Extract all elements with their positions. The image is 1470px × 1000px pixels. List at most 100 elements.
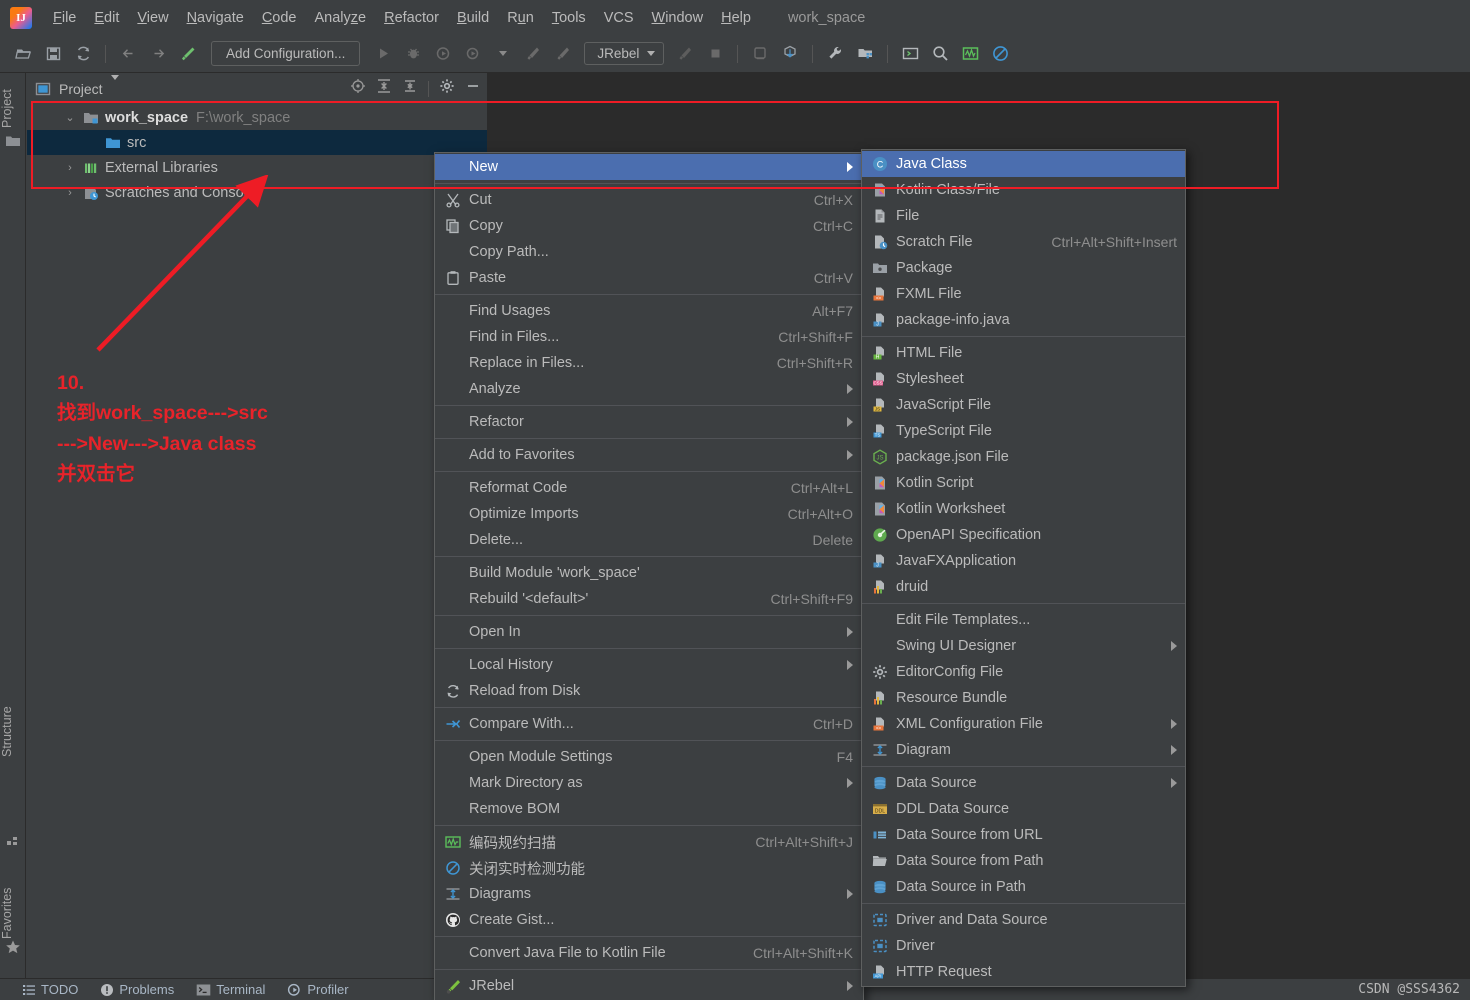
rail-label-structure[interactable]: Structure xyxy=(0,693,26,771)
terminal-icon[interactable] xyxy=(897,41,923,67)
menu-item-scratch-file[interactable]: Scratch File Ctrl+Alt+Shift+Insert xyxy=(862,229,1185,255)
menu-item-javafxapplication[interactable]: J JavaFXApplication xyxy=(862,548,1185,574)
menu-item-kotlin-worksheet[interactable]: Kotlin Worksheet xyxy=(862,496,1185,522)
menu-item-copy[interactable]: Copy Ctrl+C xyxy=(435,213,863,239)
menu-item-build-module-work-space[interactable]: Build Module 'work_space' xyxy=(435,560,863,586)
menu-item-create-gist[interactable]: Create Gist... xyxy=(435,907,863,933)
build-hammer-icon[interactable] xyxy=(175,41,201,67)
jrebel-run-icon[interactable] xyxy=(520,41,546,67)
menu-item-analyze[interactable]: Analyze xyxy=(306,7,376,29)
menu-item-open-module-settings[interactable]: Open Module Settings F4 xyxy=(435,744,863,770)
hide-icon[interactable] xyxy=(465,78,481,99)
tree-item-scratches-and-consoles[interactable]: › Scratches and Consoles xyxy=(27,180,487,205)
structure-icon[interactable] xyxy=(5,833,21,849)
status-item-problems[interactable]: Problems xyxy=(100,982,174,997)
menu-item-remove-bom[interactable]: Remove BOM xyxy=(435,796,863,822)
menu-item-mark-directory-as[interactable]: Mark Directory as xyxy=(435,770,863,796)
menu-item-help[interactable]: Help xyxy=(712,7,760,29)
chevron-down-icon[interactable] xyxy=(490,41,516,67)
menu-item-compare-with[interactable]: Compare With... Ctrl+D xyxy=(435,711,863,737)
menu-item-data-source-from-path[interactable]: Data Source from Path xyxy=(862,848,1185,874)
chevron-down-icon[interactable] xyxy=(110,74,119,98)
menu-item-add-to-favorites[interactable]: Add to Favorites xyxy=(435,442,863,468)
star-icon[interactable] xyxy=(5,939,21,955)
menu-item-fxml-file[interactable]: <> FXML File xyxy=(862,281,1185,307)
menu-item-diagram[interactable]: Diagram xyxy=(862,737,1185,763)
tree-item-external-libraries[interactable]: › External Libraries xyxy=(27,155,487,180)
tree-item-work-space[interactable]: ⌄ work_space F:\work_space xyxy=(27,105,487,130)
jrebel-run-secondary-icon[interactable] xyxy=(672,41,698,67)
menu-item-edit-file-templates[interactable]: Edit File Templates... xyxy=(862,607,1185,633)
run-coverage-icon[interactable] xyxy=(430,41,456,67)
jrebel-dropdown[interactable]: JRebel xyxy=(584,42,665,65)
project-structure-icon[interactable] xyxy=(852,41,878,67)
menu-item-build[interactable]: Build xyxy=(448,7,498,29)
menu-item-navigate[interactable]: Navigate xyxy=(178,7,253,29)
status-item-profiler[interactable]: Profiler xyxy=(287,982,349,997)
menu-item-local-history[interactable]: Local History xyxy=(435,652,863,678)
menu-item-java-class[interactable]: C Java Class xyxy=(862,151,1185,177)
menu-item-reload-from-disk[interactable]: Reload from Disk xyxy=(435,678,863,704)
menu-item-reformat-code[interactable]: Reformat Code Ctrl+Alt+L xyxy=(435,475,863,501)
menu-item-[interactable]: 关闭实时检测功能 xyxy=(435,855,863,881)
rail-label-project[interactable]: Project xyxy=(0,77,26,141)
collapse-all-icon[interactable] xyxy=(402,78,418,99)
menu-item-optimize-imports[interactable]: Optimize Imports Ctrl+Alt+O xyxy=(435,501,863,527)
menu-item-kotlin-script[interactable]: Kotlin Script xyxy=(862,470,1185,496)
menu-item-package-info-java[interactable]: Jpackage-info.java xyxy=(862,307,1185,333)
menu-item-run[interactable]: Run xyxy=(498,7,543,29)
status-item-terminal[interactable]: Terminal xyxy=(196,982,265,997)
menu-item-replace-in-files[interactable]: Replace in Files... Ctrl+Shift+R xyxy=(435,350,863,376)
menu-item-ddl-data-source[interactable]: DDL DDL Data Source xyxy=(862,796,1185,822)
menu-item-jrebel[interactable]: JRebel xyxy=(435,973,863,999)
stop-icon[interactable] xyxy=(702,41,728,67)
menu-item-package-json-file[interactable]: JS package.json File xyxy=(862,444,1185,470)
chevron-right-icon[interactable]: › xyxy=(61,187,79,199)
wrench-icon[interactable] xyxy=(822,41,848,67)
menu-item-refactor[interactable]: Refactor xyxy=(375,7,448,29)
menu-item-druid[interactable]: druid xyxy=(862,574,1185,600)
debug-icon[interactable] xyxy=(400,41,426,67)
menu-item-data-source-in-path[interactable]: Data Source in Path xyxy=(862,874,1185,900)
settings-gear-icon[interactable] xyxy=(439,78,455,99)
disable-icon[interactable] xyxy=(987,41,1013,67)
menu-item-edit[interactable]: Edit xyxy=(85,7,128,29)
menu-item-paste[interactable]: Paste Ctrl+V xyxy=(435,265,863,291)
menu-item-xml-configuration-file[interactable]: <> XML Configuration File xyxy=(862,711,1185,737)
menu-item-refactor[interactable]: Refactor xyxy=(435,409,863,435)
menu-item-find-usages[interactable]: Find Usages Alt+F7 xyxy=(435,298,863,324)
menu-item-tools[interactable]: Tools xyxy=(543,7,595,29)
menu-item-diagrams[interactable]: Diagrams xyxy=(435,881,863,907)
menu-item-rebuild-default[interactable]: Rebuild '<default>' Ctrl+Shift+F9 xyxy=(435,586,863,612)
menu-item-data-source[interactable]: Data Source xyxy=(862,770,1185,796)
chevron-down-icon[interactable]: ⌄ xyxy=(61,111,79,124)
menu-item-driver[interactable]: Driver xyxy=(862,933,1185,959)
menu-item-javascript-file[interactable]: JS JavaScript File xyxy=(862,392,1185,418)
expand-all-icon[interactable] xyxy=(376,78,392,99)
menu-item-http-request[interactable]: API HTTP Request xyxy=(862,959,1185,985)
menu-item-file[interactable]: File xyxy=(862,203,1185,229)
back-arrow-icon[interactable] xyxy=(115,41,141,67)
search-icon[interactable] xyxy=(927,41,953,67)
chevron-right-icon[interactable]: › xyxy=(61,162,79,174)
menu-item-resource-bundle[interactable]: Resource Bundle xyxy=(862,685,1185,711)
menu-item-openapi-specification[interactable]: OpenAPI Specification xyxy=(862,522,1185,548)
open-folder-icon[interactable] xyxy=(10,41,36,67)
menu-item-kotlin-class-file[interactable]: Kotlin Class/File xyxy=(862,177,1185,203)
menu-item-open-in[interactable]: Open In xyxy=(435,619,863,645)
code-scan-icon[interactable] xyxy=(957,41,983,67)
update-icon[interactable] xyxy=(747,41,773,67)
menu-item-view[interactable]: View xyxy=(128,7,177,29)
locate-icon[interactable] xyxy=(350,78,366,99)
add-configuration-button[interactable]: Add Configuration... xyxy=(211,41,361,66)
menu-item-new[interactable]: New xyxy=(435,154,863,180)
menu-item-copy-path[interactable]: Copy Path... xyxy=(435,239,863,265)
menu-item-editorconfig-file[interactable]: EditorConfig File xyxy=(862,659,1185,685)
menu-item-analyze[interactable]: Analyze xyxy=(435,376,863,402)
menu-item-data-source-from-url[interactable]: Data Source from URL xyxy=(862,822,1185,848)
menu-item-swing-ui-designer[interactable]: Swing UI Designer xyxy=(862,633,1185,659)
menu-item-file[interactable]: File xyxy=(44,7,85,29)
menu-item-driver-and-data-source[interactable]: Driver and Data Source xyxy=(862,907,1185,933)
menu-item-[interactable]: 编码规约扫描 Ctrl+Alt+Shift+J xyxy=(435,829,863,855)
menu-item-window[interactable]: Window xyxy=(643,7,713,29)
